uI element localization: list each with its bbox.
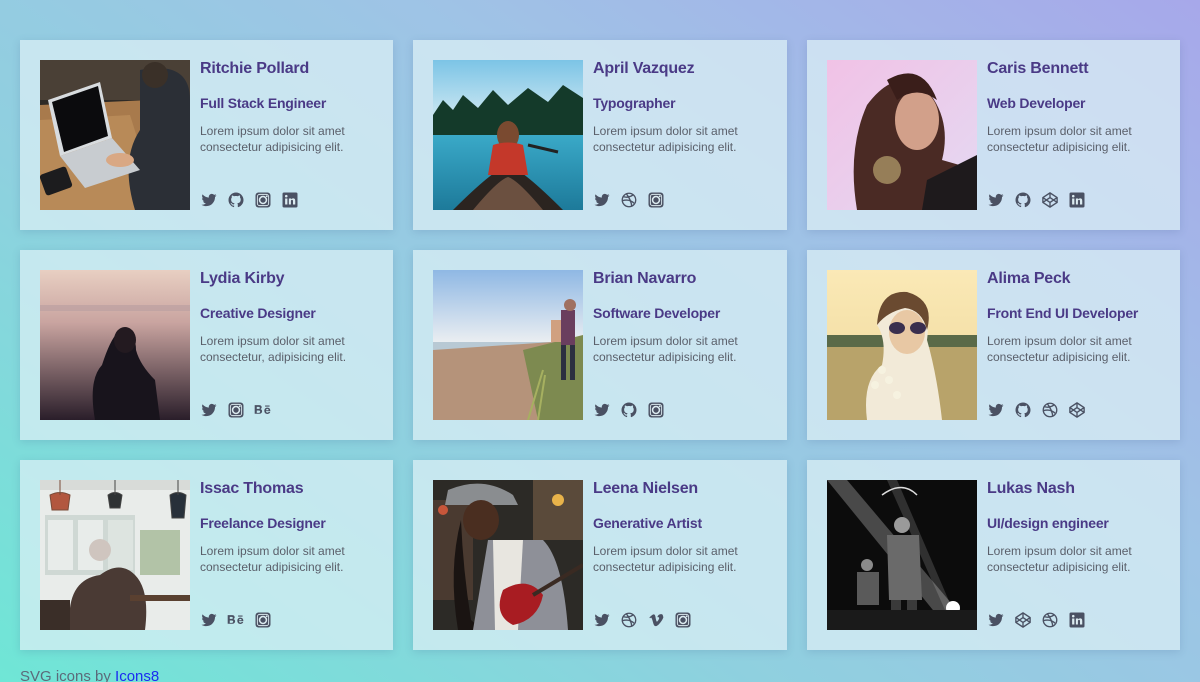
- footer-credit: SVG icons by Icons8: [20, 668, 159, 682]
- guitar-photo: [433, 480, 583, 630]
- member-bio: Lorem ipsum dolor sit amet consectetur a…: [593, 334, 738, 364]
- member-bio: Lorem ipsum dolor sit amet consectetur a…: [987, 334, 1132, 364]
- member-bio: Lorem ipsum dolor sit amet consectetur a…: [987, 124, 1132, 154]
- twitter-icon[interactable]: [200, 611, 218, 629]
- team-member-card: Brian Navarro Software Developer Lorem ips…: [413, 250, 787, 440]
- member-role: Generative Artist: [593, 515, 702, 531]
- linkedin-icon[interactable]: [1068, 611, 1086, 629]
- member-bio: Lorem ipsum dolor sit amet consectetur a…: [987, 544, 1132, 574]
- member-info: April Vazquez Typographer Lorem ipsum dolo…: [583, 60, 767, 210]
- sunglasses-photo: [827, 270, 977, 420]
- linkedin-icon[interactable]: [281, 191, 299, 209]
- member-role: Software Developer: [593, 305, 721, 321]
- twitter-icon[interactable]: [200, 191, 218, 209]
- dribbble-icon[interactable]: [620, 191, 638, 209]
- member-info: Ritchie Pollard Full Stack Engineer Lorem …: [190, 60, 373, 210]
- concert-photo: [827, 480, 977, 630]
- member-info: Brian Navarro Software Developer Lorem ips…: [583, 270, 767, 420]
- instagram-icon[interactable]: [674, 611, 692, 629]
- social-links: [200, 190, 299, 210]
- social-links: [987, 190, 1086, 210]
- behance-icon[interactable]: [254, 401, 272, 419]
- icons8-link[interactable]: Icons8: [115, 668, 159, 682]
- github-icon[interactable]: [227, 191, 245, 209]
- dribbble-icon[interactable]: [1041, 611, 1059, 629]
- twitter-icon[interactable]: [593, 401, 611, 419]
- team-member-card: Alima Peck Front End UI Developer Lorem ip…: [807, 250, 1180, 440]
- cafe-photo: [40, 480, 190, 630]
- member-role: Freelance Designer: [200, 515, 326, 531]
- team-member-card: Leena Nielsen Generative Artist Lorem ipsu…: [413, 460, 787, 650]
- social-links: [987, 400, 1086, 420]
- team-member-card: Ritchie Pollard Full Stack Engineer Lorem …: [20, 40, 393, 230]
- member-name: April Vazquez: [593, 60, 695, 77]
- member-bio: Lorem ipsum dolor sit amet consectetur a…: [593, 544, 738, 574]
- member-name: Issac Thomas: [200, 480, 304, 497]
- member-role: Web Developer: [987, 95, 1086, 111]
- member-info: Issac Thomas Freelance Designer Lorem ipsu…: [190, 480, 373, 630]
- member-name: Alima Peck: [987, 270, 1071, 287]
- social-links: [200, 400, 272, 420]
- social-links: [593, 400, 665, 420]
- member-bio: Lorem ipsum dolor sit amet consectetur, …: [200, 334, 347, 364]
- member-bio: Lorem ipsum dolor sit amet consectetur a…: [200, 124, 345, 154]
- member-name: Lydia Kirby: [200, 270, 285, 287]
- beach-photo: [433, 270, 583, 420]
- member-role: Typographer: [593, 95, 676, 111]
- social-links: [987, 610, 1086, 630]
- behance-icon[interactable]: [227, 611, 245, 629]
- dribbble-icon[interactable]: [620, 611, 638, 629]
- twitter-icon[interactable]: [987, 191, 1005, 209]
- member-info: Lydia Kirby Creative Designer Lorem ipsum …: [190, 270, 373, 420]
- member-name: Lukas Nash: [987, 480, 1075, 497]
- member-name: Brian Navarro: [593, 270, 697, 287]
- codepen-icon[interactable]: [1014, 611, 1032, 629]
- instagram-icon[interactable]: [254, 191, 272, 209]
- team-member-card: Lydia Kirby Creative Designer Lorem ipsum …: [20, 250, 393, 440]
- member-name: Caris Bennett: [987, 60, 1089, 77]
- portrait-photo: [827, 60, 977, 210]
- github-icon[interactable]: [1014, 191, 1032, 209]
- social-links: [200, 610, 272, 630]
- team-member-card: Lukas Nash UI/design engineer Lorem ipsum …: [807, 460, 1180, 650]
- member-bio: Lorem ipsum dolor sit amet consectetur a…: [593, 124, 738, 154]
- member-name: Leena Nielsen: [593, 480, 699, 497]
- twitter-icon[interactable]: [593, 191, 611, 209]
- member-info: Caris Bennett Web Developer Lorem ipsum do…: [977, 60, 1160, 210]
- instagram-icon[interactable]: [647, 401, 665, 419]
- social-links: [593, 610, 692, 630]
- member-info: Leena Nielsen Generative Artist Lorem ipsu…: [583, 480, 767, 630]
- city-view-photo: [40, 270, 190, 420]
- member-name: Ritchie Pollard: [200, 60, 310, 77]
- github-icon[interactable]: [1014, 401, 1032, 419]
- member-info: Lukas Nash UI/design engineer Lorem ipsum …: [977, 480, 1160, 630]
- twitter-icon[interactable]: [200, 401, 218, 419]
- member-bio: Lorem ipsum dolor sit amet consectetur a…: [200, 544, 345, 574]
- social-links: [593, 190, 665, 210]
- team-card-grid: Ritchie Pollard Full Stack Engineer Lorem …: [20, 40, 1180, 650]
- member-role: Full Stack Engineer: [200, 95, 327, 111]
- github-icon[interactable]: [620, 401, 638, 419]
- footer-text: SVG icons by: [20, 668, 116, 682]
- team-member-card: Caris Bennett Web Developer Lorem ipsum do…: [807, 40, 1180, 230]
- member-info: Alima Peck Front End UI Developer Lorem ip…: [977, 270, 1160, 420]
- member-role: Front End UI Developer: [987, 305, 1139, 321]
- dribbble-icon[interactable]: [1041, 401, 1059, 419]
- twitter-icon[interactable]: [987, 611, 1005, 629]
- linkedin-icon[interactable]: [1068, 191, 1086, 209]
- codepen-icon[interactable]: [1041, 191, 1059, 209]
- instagram-icon[interactable]: [647, 191, 665, 209]
- instagram-icon[interactable]: [227, 401, 245, 419]
- twitter-icon[interactable]: [593, 611, 611, 629]
- laptop-photo: [40, 60, 190, 210]
- twitter-icon[interactable]: [987, 401, 1005, 419]
- codepen-icon[interactable]: [1068, 401, 1086, 419]
- canoe-photo: [433, 60, 583, 210]
- vimeo-icon[interactable]: [647, 611, 665, 629]
- team-member-card: Issac Thomas Freelance Designer Lorem ipsu…: [20, 460, 393, 650]
- member-role: Creative Designer: [200, 305, 316, 321]
- team-member-card: April Vazquez Typographer Lorem ipsum dolo…: [413, 40, 787, 230]
- instagram-icon[interactable]: [254, 611, 272, 629]
- member-role: UI/design engineer: [987, 515, 1109, 531]
